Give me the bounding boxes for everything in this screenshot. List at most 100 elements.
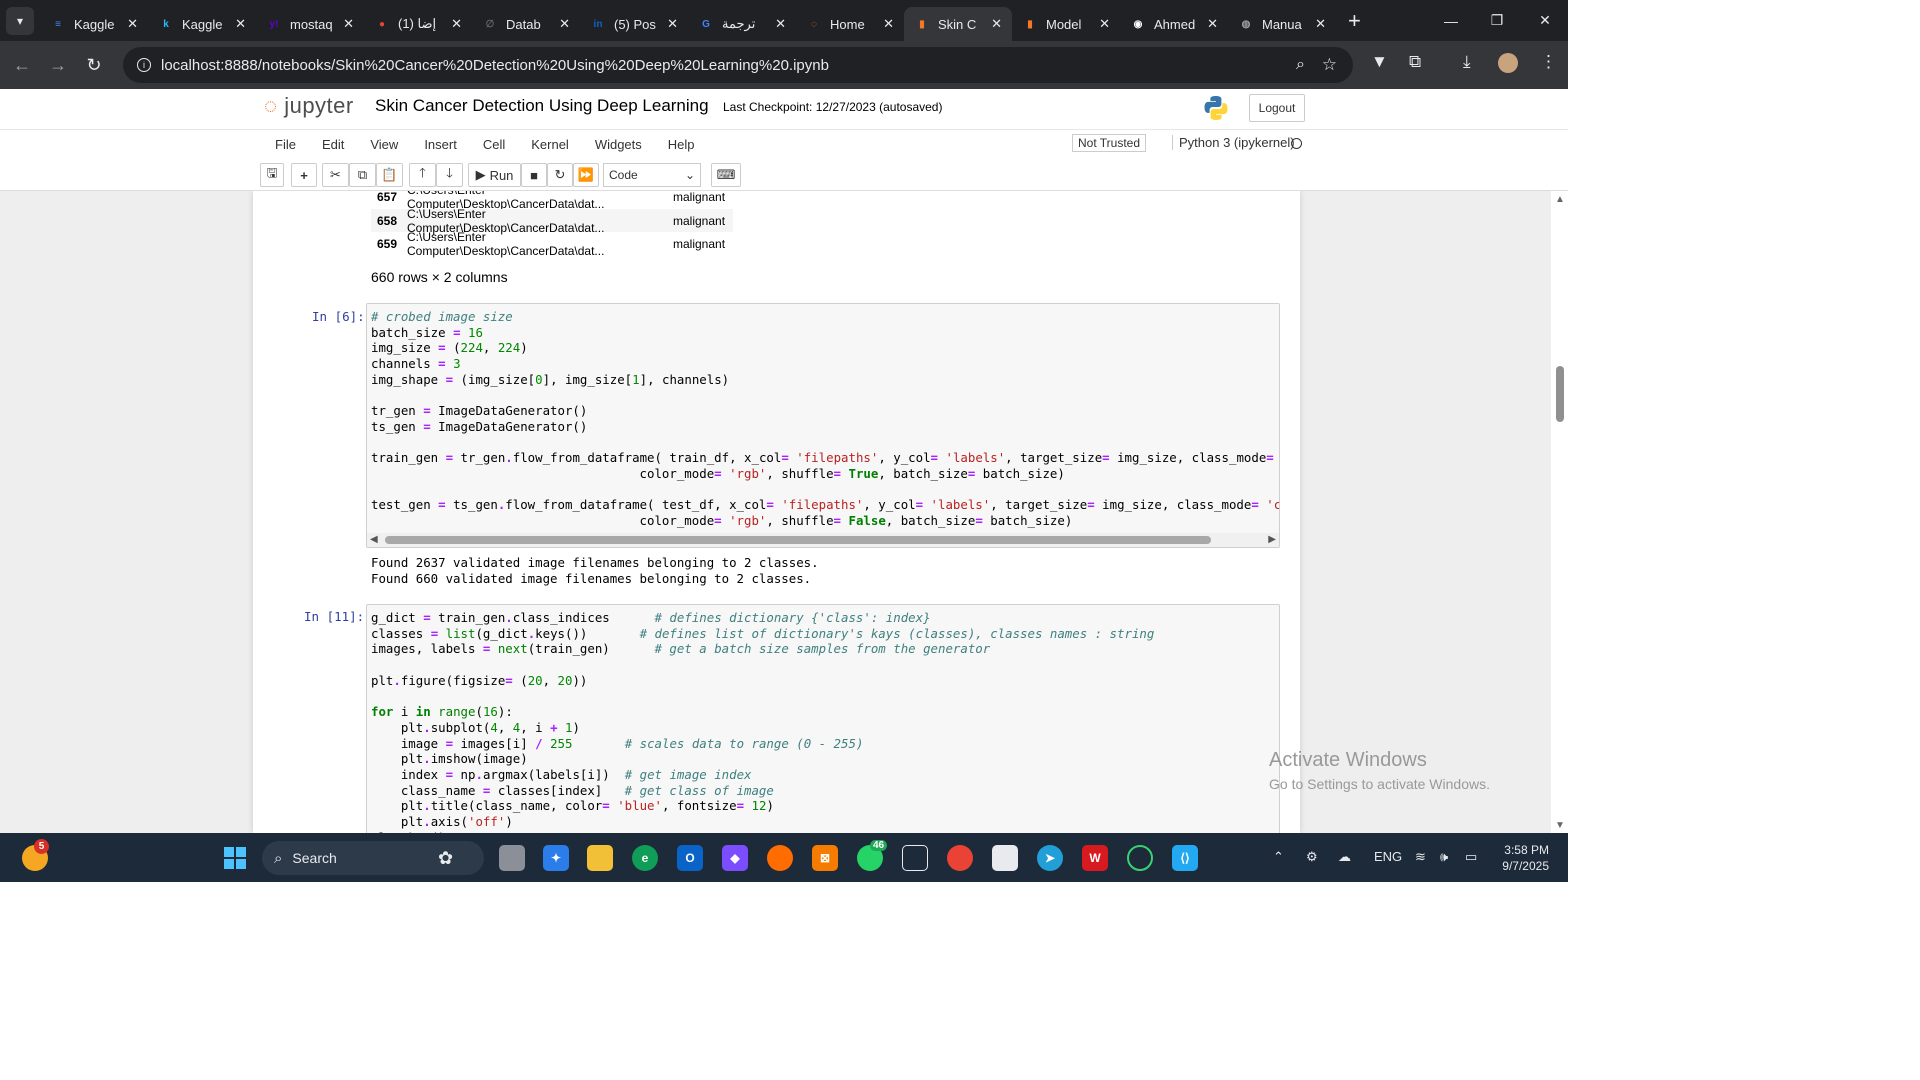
- code-cell-input[interactable]: g_dict = train_gen.class_indices # defin…: [366, 604, 1280, 833]
- system-clock[interactable]: 3:58 PM 9/7/2025: [1497, 842, 1549, 874]
- logout-button[interactable]: Logout: [1249, 94, 1305, 122]
- restore-icon[interactable]: ❐: [1474, 0, 1520, 41]
- browser-tab[interactable]: ◉ Ahmed ✕: [1120, 7, 1228, 41]
- m365-icon[interactable]: ◆: [722, 845, 748, 871]
- language-indicator[interactable]: ENG: [1374, 849, 1402, 864]
- restart-icon[interactable]: ↻: [547, 163, 573, 187]
- close-tab-icon[interactable]: ✕: [1207, 16, 1218, 32]
- browser-tab[interactable]: G ترجمة ✕: [688, 7, 796, 41]
- firefox-icon[interactable]: [767, 845, 793, 871]
- menu-help[interactable]: Help: [668, 137, 695, 152]
- volume-icon[interactable]: 🕪: [1440, 849, 1448, 865]
- paste-icon[interactable]: 📋: [376, 163, 403, 187]
- site-info-icon[interactable]: i: [137, 58, 151, 72]
- task-view-icon[interactable]: [499, 845, 525, 871]
- browser-tab[interactable]: k Kaggle ✕: [148, 7, 256, 41]
- notebook-title[interactable]: Skin Cancer Detection Using Deep Learnin…: [375, 96, 709, 116]
- browser-tab[interactable]: ◍ Manua ✕: [1228, 7, 1336, 41]
- menu-kernel[interactable]: Kernel: [531, 137, 569, 152]
- close-tab-icon[interactable]: ✕: [775, 16, 786, 32]
- onedrive-icon[interactable]: ☁: [1338, 849, 1351, 865]
- download-icon[interactable]: ⤓: [1463, 52, 1471, 72]
- telegram-icon[interactable]: ➤: [1037, 845, 1063, 871]
- horizontal-scrollbar[interactable]: ◀ ▶: [367, 533, 1279, 547]
- close-tab-icon[interactable]: ✕: [127, 16, 138, 32]
- virtualbox-icon[interactable]: [902, 845, 928, 871]
- notebook-scroll-area[interactable]: 657 C:\Users\Enter Computer\Desktop\Canc…: [0, 191, 1568, 833]
- minimize-icon[interactable]: —: [1428, 0, 1474, 41]
- back-icon[interactable]: ←: [4, 55, 40, 76]
- url-input[interactable]: i localhost:8888/notebooks/Skin%20Cancer…: [123, 47, 1353, 83]
- bookmark-star-icon[interactable]: ☆: [1322, 55, 1337, 75]
- copilot-icon[interactable]: ✦: [543, 845, 569, 871]
- close-tab-icon[interactable]: ✕: [1315, 16, 1326, 32]
- extensions-puzzle-icon[interactable]: ⧉: [1409, 52, 1421, 72]
- tab-search-chevron-icon[interactable]: ▾: [6, 6, 34, 35]
- wifi-icon[interactable]: ≋: [1415, 849, 1426, 865]
- vscode-icon[interactable]: ⟨⟩: [1172, 845, 1198, 871]
- cut-icon[interactable]: ✂: [322, 163, 349, 187]
- start-windows-icon[interactable]: [222, 845, 248, 871]
- outlook-icon[interactable]: O: [677, 845, 703, 871]
- browser-tab[interactable]: ◌ Home ✕: [796, 7, 904, 41]
- browser-tab[interactable]: ▮ Skin C ✕: [904, 7, 1012, 41]
- code-editor[interactable]: g_dict = train_gen.class_indices # defin…: [367, 605, 1279, 833]
- trust-indicator[interactable]: Not Trusted: [1072, 134, 1147, 152]
- scroll-left-icon[interactable]: ◀: [370, 534, 378, 545]
- browser-tab[interactable]: ▮ Model ✕: [1012, 7, 1120, 41]
- save-icon[interactable]: 🖫: [260, 163, 284, 187]
- zoom-icon[interactable]: ⌕: [1296, 56, 1305, 74]
- jupyter-logo[interactable]: ◌ jupyter: [264, 93, 354, 119]
- close-tab-icon[interactable]: ✕: [1099, 16, 1110, 32]
- menu-file[interactable]: File: [275, 137, 296, 152]
- edge-icon[interactable]: e: [632, 845, 658, 871]
- browser-tab[interactable]: ● (1) إضا ✕: [364, 7, 472, 41]
- menu-widgets[interactable]: Widgets: [595, 137, 642, 152]
- code-editor[interactable]: # crobed image size batch_size = 16 img_…: [367, 304, 1279, 534]
- close-tab-icon[interactable]: ✕: [343, 16, 354, 32]
- close-tab-icon[interactable]: ✕: [559, 16, 570, 32]
- browser-tab[interactable]: y! mostaq ✕: [256, 7, 364, 41]
- run-button[interactable]: ▶ Run: [468, 163, 521, 187]
- scroll-down-icon[interactable]: ▼: [1555, 820, 1565, 831]
- cell-type-select[interactable]: Code ⌄: [603, 163, 701, 187]
- insert-cell-icon[interactable]: +: [291, 163, 317, 187]
- menu-edit[interactable]: Edit: [322, 137, 344, 152]
- copy-icon[interactable]: ⧉: [349, 163, 376, 187]
- close-tab-icon[interactable]: ✕: [667, 16, 678, 32]
- browser-tab[interactable]: in (5) Pos ✕: [580, 7, 688, 41]
- xampp-icon[interactable]: ⊠: [812, 845, 838, 871]
- restart-run-all-icon[interactable]: ⏩: [573, 163, 599, 187]
- whatsapp-icon[interactable]: 46: [857, 840, 888, 871]
- code-cell-input[interactable]: # crobed image size batch_size = 16 img_…: [366, 303, 1280, 548]
- close-tab-icon[interactable]: ✕: [883, 16, 894, 32]
- interrupt-icon[interactable]: ■: [521, 163, 547, 187]
- page-vertical-scrollbar[interactable]: ▲ ▼: [1551, 191, 1568, 833]
- close-tab-icon[interactable]: ✕: [235, 16, 246, 32]
- browser-tab[interactable]: ∅ Datab ✕: [472, 7, 580, 41]
- menu-view[interactable]: View: [370, 137, 398, 152]
- browser-tab[interactable]: ≡ Kaggle ✕: [40, 7, 148, 41]
- keyboard-shortcuts-icon[interactable]: ⌨: [711, 163, 741, 187]
- browser-menu-icon[interactable]: ⋮: [1540, 52, 1557, 72]
- reload-icon[interactable]: ↻: [76, 55, 112, 76]
- file-explorer-icon[interactable]: [587, 845, 613, 871]
- move-up-icon[interactable]: 🡑: [409, 163, 436, 187]
- menu-insert[interactable]: Insert: [424, 137, 457, 152]
- network-status-icon[interactable]: ⚙: [1306, 849, 1318, 865]
- battery-icon[interactable]: ▭: [1465, 849, 1477, 865]
- extension-v-icon[interactable]: ▼: [1371, 52, 1388, 72]
- scroll-right-icon[interactable]: ▶: [1268, 534, 1276, 545]
- close-tab-icon[interactable]: ✕: [991, 16, 1002, 32]
- profile-avatar[interactable]: [1498, 53, 1518, 73]
- close-window-icon[interactable]: ✕: [1522, 0, 1568, 41]
- taskbar-search[interactable]: ⌕ Search ✿: [262, 841, 484, 875]
- store-icon[interactable]: [992, 845, 1018, 871]
- show-hidden-icons-chevron-icon[interactable]: ⌃: [1273, 849, 1284, 865]
- wps-icon[interactable]: W: [1082, 845, 1108, 871]
- kernel-name[interactable]: Python 3 (ipykernel): [1172, 135, 1295, 150]
- forward-icon[interactable]: →: [40, 55, 76, 76]
- move-down-icon[interactable]: 🡓: [436, 163, 463, 187]
- widgets-icon[interactable]: 5: [22, 839, 49, 871]
- close-tab-icon[interactable]: ✕: [451, 16, 462, 32]
